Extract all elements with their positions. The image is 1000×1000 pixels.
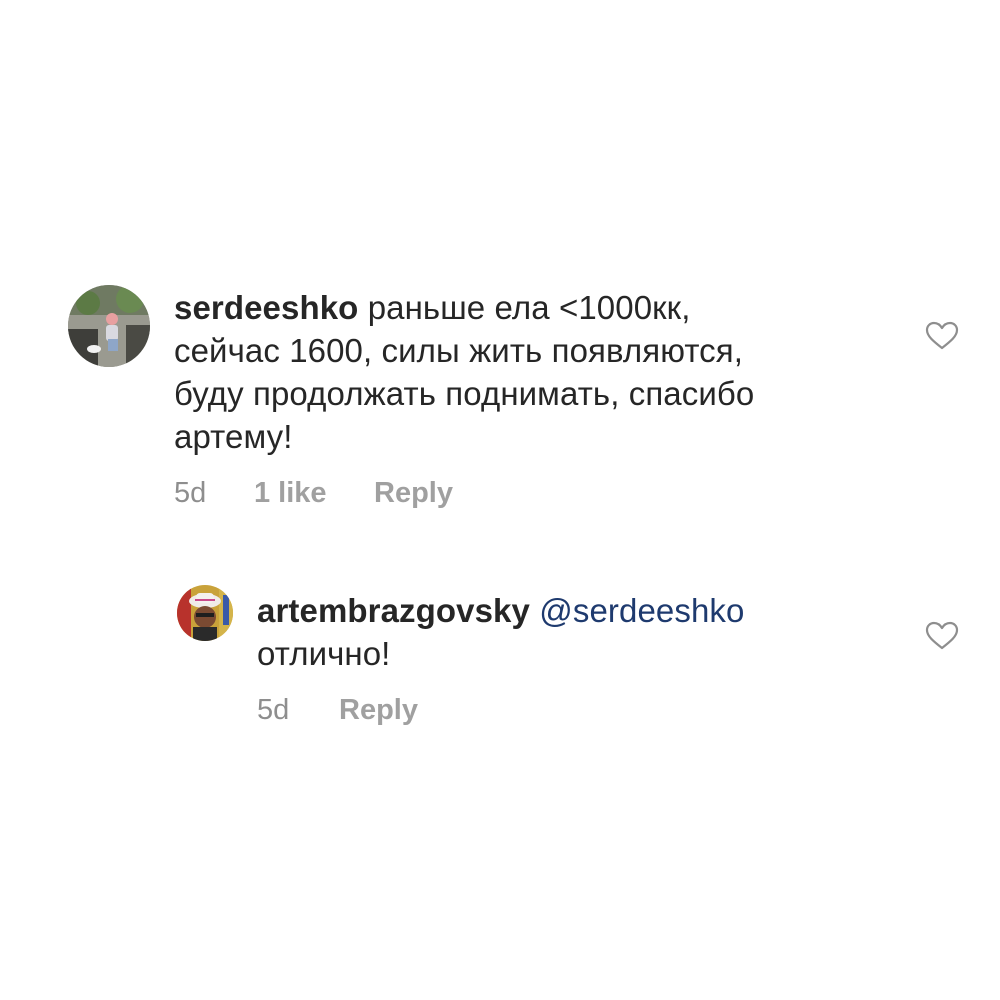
comment-body: serdeeshko раньше ела <1000кк, сейчас 16… xyxy=(174,286,874,458)
comment-text-line: сейчас 1600, силы жить появляются, xyxy=(174,332,744,369)
avatar[interactable] xyxy=(68,285,150,367)
comment-body: artembrazgovsky @serdeeshko отлично! xyxy=(257,589,877,675)
comment-meta: 5d Reply xyxy=(257,694,557,730)
comments-page: serdeeshko раньше ела <1000кк, сейчас 16… xyxy=(0,0,1000,1000)
comment-time: 5d xyxy=(257,694,290,726)
likes-count[interactable]: 1 like xyxy=(254,477,327,510)
comment-text-line: отлично! xyxy=(257,635,391,672)
comment-text-line: раньше ела <1000кк, xyxy=(358,289,691,326)
comment-username[interactable]: artembrazgovsky xyxy=(257,592,530,629)
mention-link[interactable]: @serdeeshko xyxy=(539,592,744,629)
comment-username[interactable]: serdeeshko xyxy=(174,289,358,326)
reply-button[interactable]: Reply xyxy=(374,477,453,510)
reply-button[interactable]: Reply xyxy=(339,694,418,727)
comment-time: 5d xyxy=(174,477,207,509)
heart-outline-icon[interactable] xyxy=(925,321,959,351)
heart-outline-icon[interactable] xyxy=(925,621,959,651)
comment-text-line: артему! xyxy=(174,418,293,455)
comment-meta: 5d 1 like Reply xyxy=(174,477,574,513)
comment-text-line: буду продолжать поднимать, спасибо xyxy=(174,375,755,412)
avatar[interactable] xyxy=(177,585,233,641)
